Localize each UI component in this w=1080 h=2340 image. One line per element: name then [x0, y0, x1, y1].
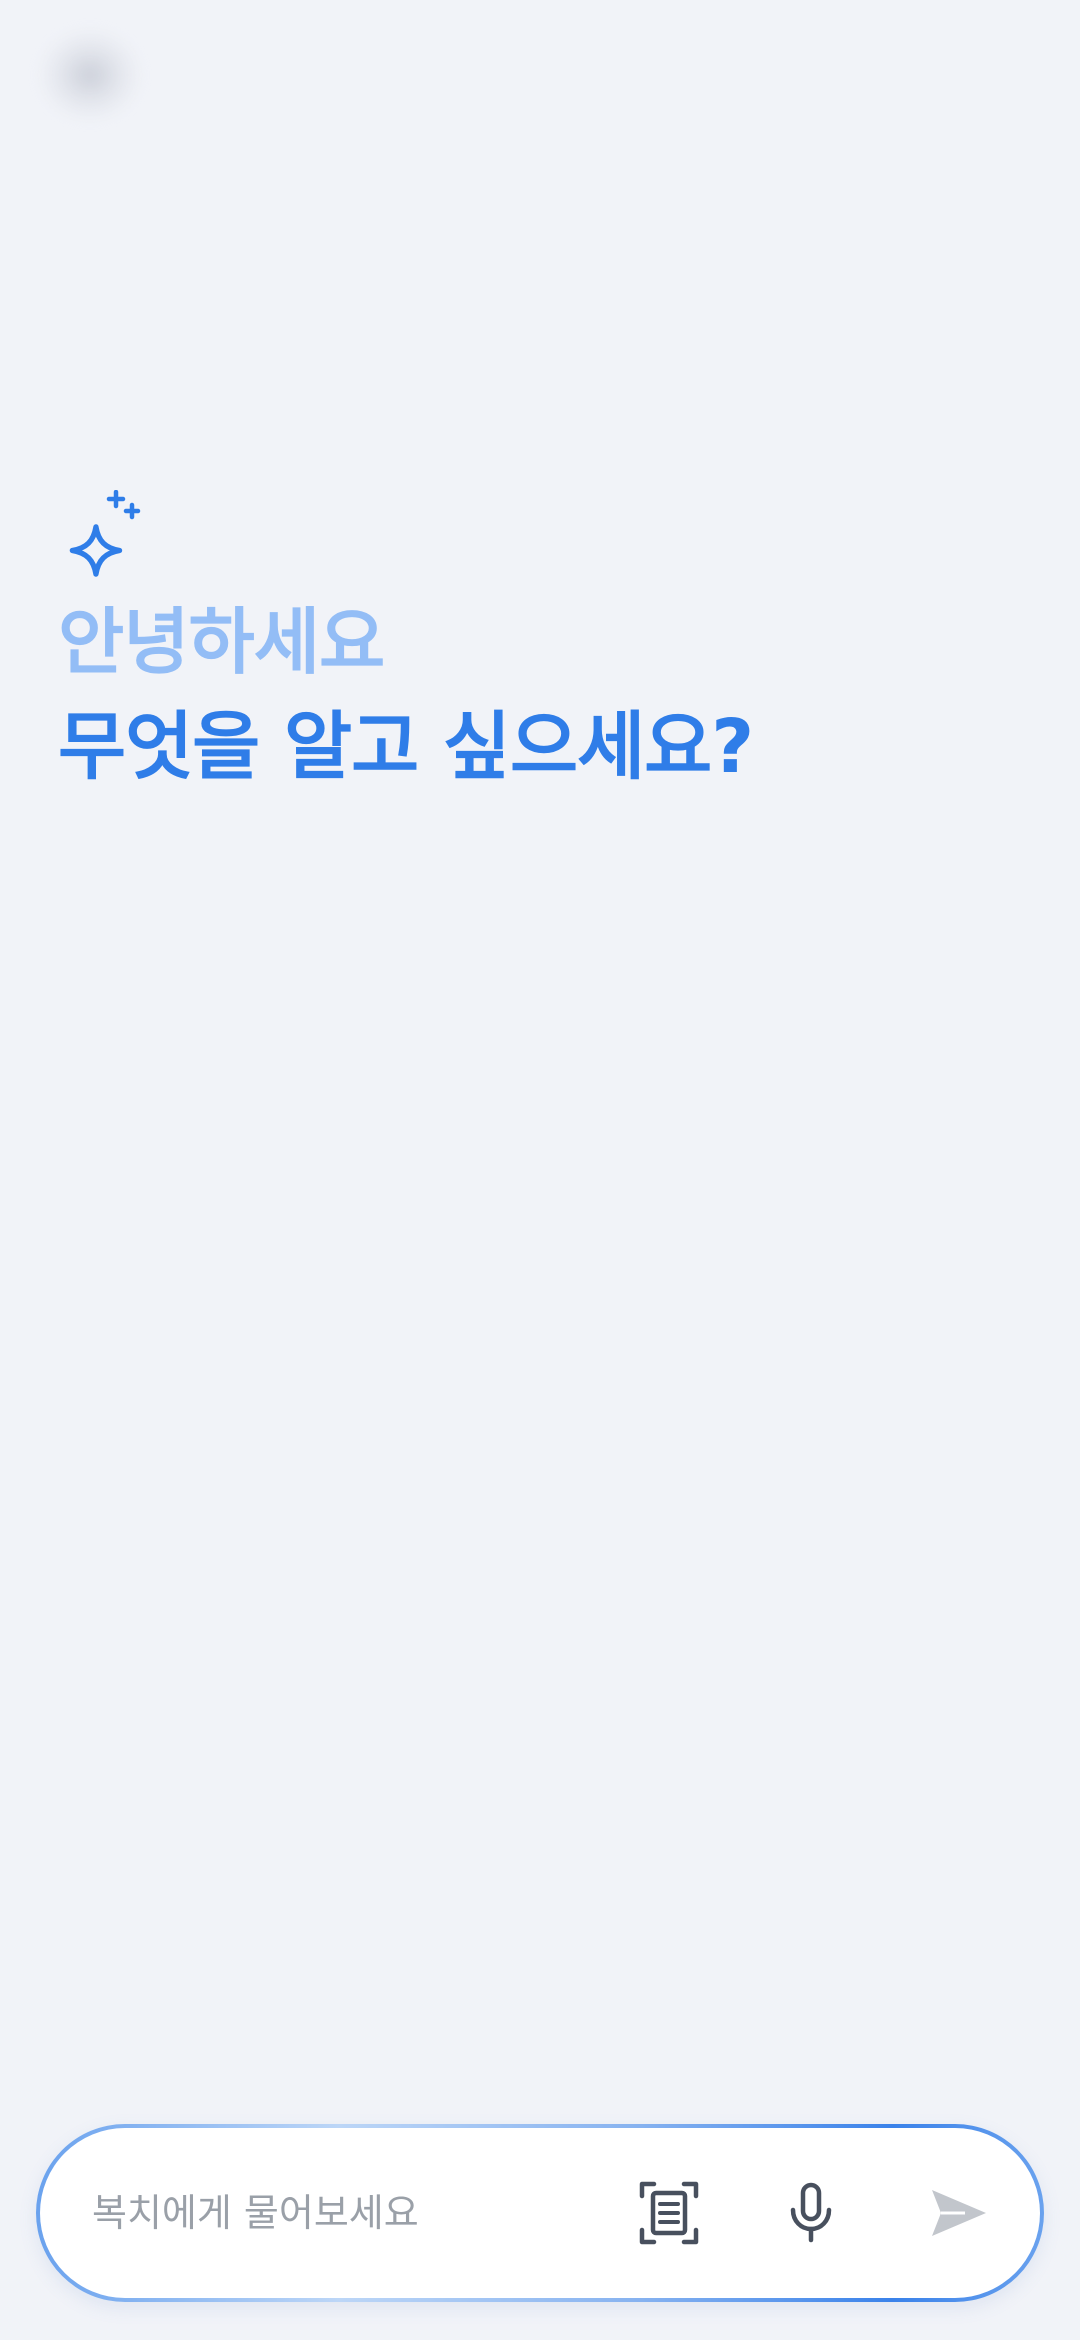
- sparkle-icon: [69, 490, 141, 577]
- chat-input-bar: [36, 2124, 1044, 2302]
- send-button[interactable]: [920, 2174, 998, 2252]
- greeting-text: 안녕하세요: [58, 600, 385, 684]
- microphone-button[interactable]: [772, 2174, 850, 2252]
- chat-input-container: [40, 2128, 1040, 2298]
- document-scan-button[interactable]: [630, 2174, 708, 2252]
- chat-input[interactable]: [92, 2176, 612, 2250]
- menu-icon[interactable]: [40, 30, 140, 120]
- microphone-icon: [790, 2182, 832, 2243]
- question-heading: 무엇을 알고 싶으세요?: [58, 704, 754, 790]
- send-icon: [932, 2190, 986, 2236]
- document-scan-icon: [639, 2181, 699, 2245]
